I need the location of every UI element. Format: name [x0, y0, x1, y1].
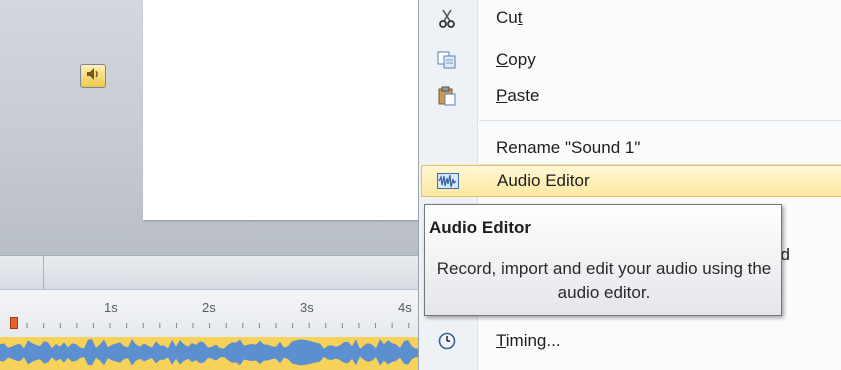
tooltip-body: Record, import and edit your audio using…	[436, 259, 772, 302]
paste-icon	[436, 85, 458, 107]
tick-label-1s: 1s	[104, 300, 118, 315]
menu-separator	[479, 120, 841, 121]
menu-item-cut[interactable]: Cut	[419, 2, 841, 34]
slide-canvas[interactable]	[143, 0, 433, 220]
scissors-icon	[436, 7, 458, 29]
menu-item-label: Copy	[496, 50, 536, 69]
menu-item-label: Paste	[496, 86, 540, 105]
playhead-marker[interactable]	[10, 317, 18, 329]
menu-item-label: Audio Editor	[497, 171, 590, 190]
timeline-header-cell	[0, 256, 44, 289]
menu-item-paste[interactable]: Paste	[419, 80, 841, 112]
menu-item-label: Timing...	[496, 331, 561, 350]
clock-icon	[436, 330, 458, 352]
tick-label-2s: 2s	[202, 300, 216, 315]
menu-item-label: Rename "Sound 1"	[496, 138, 641, 157]
tooltip-audio-editor: Audio Editor Record, import and edit you…	[424, 204, 782, 316]
tick-label-4s: 4s	[398, 300, 412, 315]
tooltip-title: Audio Editor	[429, 218, 531, 237]
tick-label-3s: 3s	[300, 300, 314, 315]
speaker-icon	[85, 67, 101, 86]
sound-object[interactable]	[80, 64, 106, 88]
menu-item-timing[interactable]: Timing...	[419, 325, 841, 357]
copy-icon	[436, 49, 458, 71]
menu-item-label: Cut	[496, 8, 523, 27]
audio-editor-icon	[437, 170, 459, 192]
menu-item-rename[interactable]: Rename "Sound 1"	[419, 132, 841, 164]
menu-item-copy[interactable]: Copy	[419, 44, 841, 76]
menu-item-audio-editor[interactable]: Audio Editor	[421, 165, 841, 197]
